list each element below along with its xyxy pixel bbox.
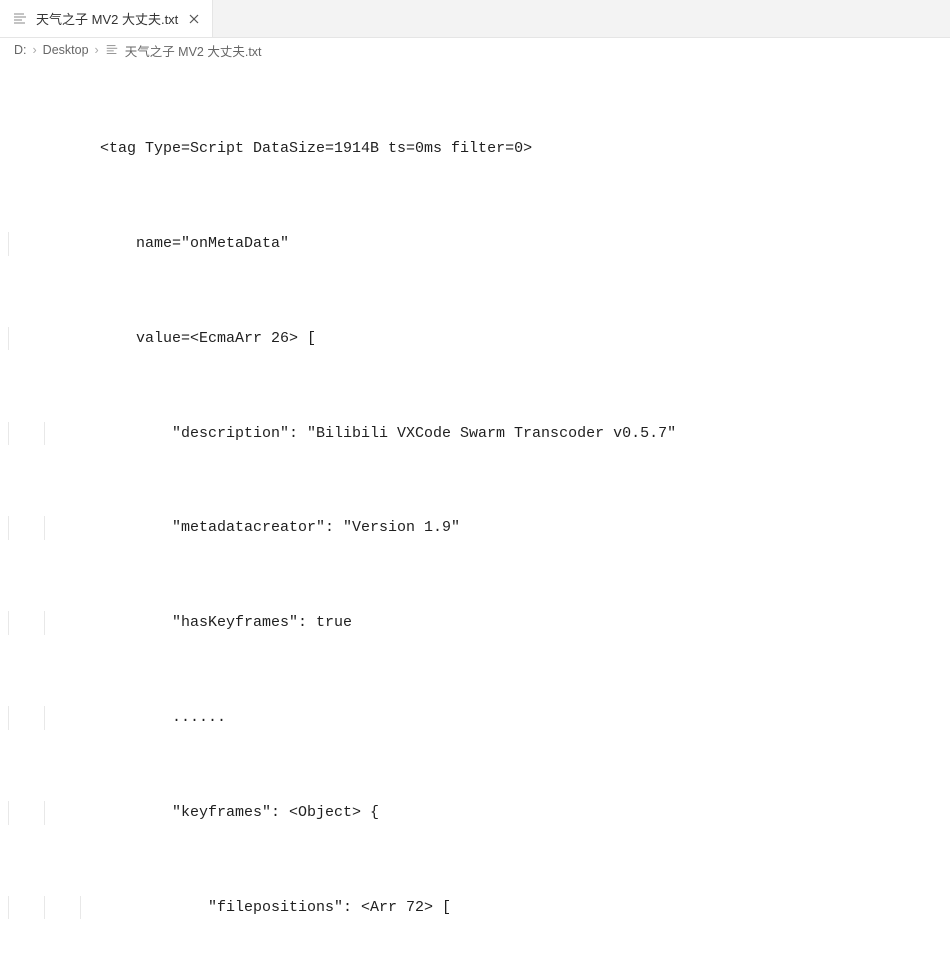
code-line: "filepositions": <Arr 72> [: [100, 896, 950, 920]
tab-bar: 天气之子 MV2 大丈夫.txt: [0, 0, 950, 38]
chevron-right-icon: ›: [95, 43, 99, 57]
code-line: name="onMetaData": [100, 232, 950, 256]
breadcrumb-file-label: 天气之子 MV2 大丈夫.txt: [125, 41, 262, 60]
tab-label: 天气之子 MV2 大丈夫.txt: [36, 9, 178, 28]
breadcrumb-file[interactable]: 天气之子 MV2 大丈夫.txt: [105, 41, 262, 60]
indent-guide-gutter: [0, 137, 100, 161]
breadcrumb-drive-label: D:: [14, 43, 27, 57]
code-line: "metadatacreator": "Version 1.9": [100, 516, 950, 540]
indent-guide-gutter: [0, 327, 100, 351]
breadcrumb-folder-label: Desktop: [43, 43, 89, 57]
indent-guide-gutter: [0, 232, 100, 256]
indent-guide-gutter: [0, 706, 100, 730]
code-line: <tag Type=Script DataSize=1914B ts=0ms f…: [100, 137, 950, 161]
code-line: value=<EcmaArr 26> [: [100, 327, 950, 351]
breadcrumb-drive[interactable]: D:: [14, 43, 27, 57]
code-line: ......: [100, 706, 950, 730]
code-line: "hasKeyframes": true: [100, 611, 950, 635]
file-lines-icon: [12, 11, 28, 27]
close-icon[interactable]: [186, 11, 202, 27]
indent-guide-gutter: [0, 896, 100, 920]
chevron-right-icon: ›: [33, 43, 37, 57]
breadcrumb: D: › Desktop › 天气之子 MV2 大丈夫.txt: [0, 38, 950, 62]
indent-guide-gutter: [0, 801, 100, 825]
code-line: "keyframes": <Object> {: [100, 801, 950, 825]
code-line: "description": "Bilibili VXCode Swarm Tr…: [100, 422, 950, 446]
tab-active[interactable]: 天气之子 MV2 大丈夫.txt: [0, 0, 213, 37]
indent-guide-gutter: [0, 516, 100, 540]
file-lines-icon: [105, 43, 119, 57]
indent-guide-gutter: [0, 611, 100, 635]
breadcrumb-folder[interactable]: Desktop: [43, 43, 89, 57]
editor-area[interactable]: <tag Type=Script DataSize=1914B ts=0ms f…: [0, 62, 950, 960]
indent-guide-gutter: [0, 422, 100, 446]
